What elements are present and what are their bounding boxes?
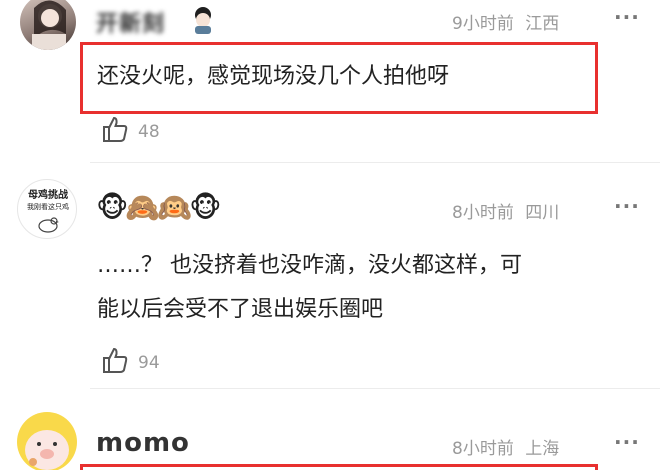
comment-text: 还没火呢，感觉现场没几个人拍他呀 — [97, 64, 450, 89]
username[interactable]: momo — [96, 428, 190, 458]
comment-3: momo 8小时前 上海 ··· — [0, 390, 660, 470]
thumbs-up-icon — [100, 114, 130, 149]
comment-location: 上海 — [525, 439, 560, 459]
pig-avatar-icon — [25, 430, 69, 470]
like-count: 48 — [138, 121, 160, 142]
avatar[interactable] — [20, 0, 76, 50]
more-options-button[interactable]: ··· — [614, 5, 640, 29]
like-count: 94 — [138, 352, 160, 373]
comment-text-line-1: ……？ 也没挤着也没咋滴，没火都这样，可 — [97, 253, 522, 278]
chicken-icon — [36, 214, 60, 238]
comment-1: 开新刻 9小时前 江西 ··· 还没火呢，感觉现场没几个人拍他呀 48 — [0, 0, 660, 165]
comment-location: 江西 — [525, 14, 560, 34]
avatar[interactable]: 母鸡挑战 我刚看这只鸡 — [17, 179, 77, 239]
comment-2: 母鸡挑战 我刚看这只鸡 🐵🙈🙉🐵 8小时前 四川 ··· ……？ 也没挤着也没咋… — [0, 165, 660, 390]
comment-time: 9小时前 — [452, 14, 514, 34]
comment-location: 四川 — [525, 203, 560, 223]
like-button[interactable]: 48 — [100, 114, 160, 149]
avatar[interactable] — [17, 412, 77, 470]
divider — [90, 162, 660, 163]
comment-meta: 8小时前 四川 — [452, 198, 559, 223]
comment-meta: 8小时前 上海 — [452, 434, 559, 459]
thumbs-up-icon — [100, 345, 130, 380]
like-button[interactable]: 94 — [100, 345, 160, 380]
more-options-button[interactable]: ··· — [614, 430, 640, 454]
emoji-name[interactable]: 🐵🙈🙉🐵 — [96, 191, 221, 224]
highlight-box-partial — [80, 464, 598, 470]
avatar-portrait-icon — [32, 0, 66, 50]
user-badge-icon — [190, 6, 216, 34]
comment-time: 8小时前 — [452, 439, 514, 459]
more-options-button[interactable]: ··· — [614, 194, 640, 218]
avatar-caption-top: 母鸡挑战 — [28, 190, 68, 201]
comment-time: 8小时前 — [452, 203, 514, 223]
divider — [90, 388, 660, 389]
comment-meta: 9小时前 江西 — [452, 9, 559, 34]
comment-text-line-2: 能以后会受不了退出娱乐圈吧 — [97, 297, 384, 322]
username[interactable]: 开新刻 — [96, 6, 165, 38]
avatar-caption-bottom: 我刚看这只鸡 — [27, 203, 69, 211]
